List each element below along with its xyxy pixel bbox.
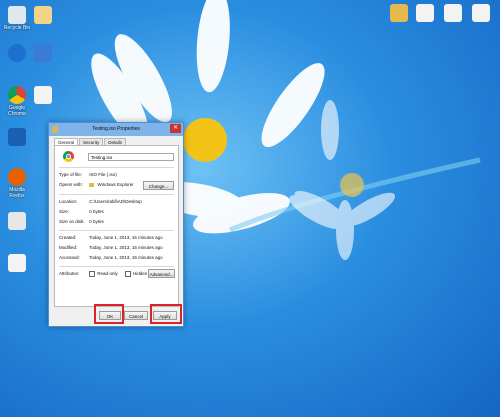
hidden-checkbox[interactable]	[125, 271, 132, 277]
document-icon	[8, 254, 26, 272]
ok-highlight-box	[94, 304, 124, 324]
desktop-icon-label: Recycle Bin	[3, 25, 31, 31]
created-row: Created: Today, June 1, 2013, 15 minutes…	[59, 235, 163, 240]
accessed-label: Accessed:	[59, 255, 80, 260]
dialog-titlebar[interactable]: Testing.iso Properties ✕	[49, 123, 183, 136]
bluetooth-icon	[8, 44, 26, 62]
document-icon	[444, 4, 462, 22]
opens-with-row: Opens with: Windows Explorer	[59, 182, 134, 187]
opens-with-value: Windows Explorer	[97, 182, 134, 187]
size-value: 0 bytes	[89, 209, 104, 214]
readonly-label: Read-only	[97, 271, 118, 277]
size-label: Size:	[59, 209, 70, 214]
document-icon	[416, 4, 434, 22]
desktop-icon-document[interactable]	[410, 4, 440, 23]
general-panel: Testing.iso Type of file: ISO File (.iso…	[54, 145, 179, 307]
flower-center	[183, 118, 227, 162]
desktop-icon-app[interactable]	[2, 128, 32, 147]
desktop-icon-firefox[interactable]: Mozilla Firefox	[2, 168, 32, 199]
type-label: Type of file:	[59, 172, 83, 177]
desktop-icon-app[interactable]	[2, 212, 32, 231]
location-label: Location:	[59, 199, 78, 204]
accessed-row: Accessed: Today, June 1, 2013, 15 minute…	[59, 255, 163, 260]
desktop-icon-label: Google Chrome	[8, 105, 26, 117]
accessed-value: Today, June 1, 2013, 15 minutes ago	[89, 255, 163, 260]
app-icon	[8, 212, 26, 230]
size-row: Size: 0 bytes	[59, 209, 104, 214]
location-value: C:\Users\rabil\AD\Desktop	[89, 199, 142, 204]
type-row: Type of file: ISO File (.iso)	[59, 172, 117, 177]
divider	[59, 194, 174, 195]
attributes-row: Attributes: Read-only Hidden	[59, 271, 147, 277]
size-on-disk-value: 0 bytes	[89, 219, 104, 224]
advanced-button[interactable]: Advanced...	[148, 269, 175, 278]
desktop-icon-document[interactable]	[438, 4, 468, 23]
location-row: Location: C:\Users\rabil\AD\Desktop	[59, 199, 142, 204]
desktop-icon-app[interactable]	[28, 6, 58, 25]
readonly-checkbox[interactable]	[89, 271, 96, 277]
desktop-icon-document[interactable]	[2, 254, 32, 273]
created-label: Created:	[59, 235, 77, 240]
size-on-disk-row: Size on disk: 0 bytes	[59, 219, 104, 224]
file-name-field[interactable]: Testing.iso	[88, 153, 174, 161]
explorer-icon	[89, 182, 95, 187]
modified-row: Modified: Today, June 1, 2013, 15 minute…	[59, 245, 163, 250]
hidden-label: Hidden	[133, 271, 148, 277]
desktop-icon-label: Mozilla Firefox	[9, 187, 25, 199]
desktop-icon-document[interactable]	[28, 86, 58, 105]
modified-value: Today, June 1, 2013, 15 minutes ago	[89, 245, 163, 250]
document-icon	[34, 86, 52, 104]
modified-label: Modified:	[59, 245, 78, 250]
dialog-title: Testing.iso Properties	[92, 126, 140, 132]
apply-highlight-box	[150, 304, 182, 324]
close-button[interactable]: ✕	[170, 124, 181, 133]
firefox-icon	[8, 168, 26, 186]
desktop-icon-document[interactable]	[466, 4, 496, 23]
cancel-button[interactable]: Cancel	[124, 311, 148, 320]
app-icon	[8, 128, 26, 146]
size-on-disk-label: Size on disk:	[59, 219, 85, 224]
divider	[59, 266, 174, 267]
chrome-file-icon	[63, 151, 74, 162]
change-button[interactable]: Change...	[143, 181, 174, 190]
chrome-icon	[8, 86, 26, 104]
app-icon	[34, 6, 52, 24]
folder-icon	[390, 4, 408, 22]
attributes-label: Attributes:	[59, 271, 80, 277]
opens-with-label: Opens with:	[59, 182, 83, 187]
divider	[59, 167, 174, 168]
type-value: ISO File (.iso)	[89, 172, 117, 177]
app-icon	[34, 44, 52, 62]
background-flower-center	[340, 173, 364, 197]
divider	[59, 230, 174, 231]
recycle-bin-icon	[8, 6, 26, 24]
properties-dialog: Testing.iso Properties ✕ General Securit…	[48, 122, 184, 327]
created-value: Today, June 1, 2013, 15 minutes ago	[89, 235, 163, 240]
document-icon	[472, 4, 490, 22]
desktop-icon-app[interactable]	[28, 44, 58, 63]
